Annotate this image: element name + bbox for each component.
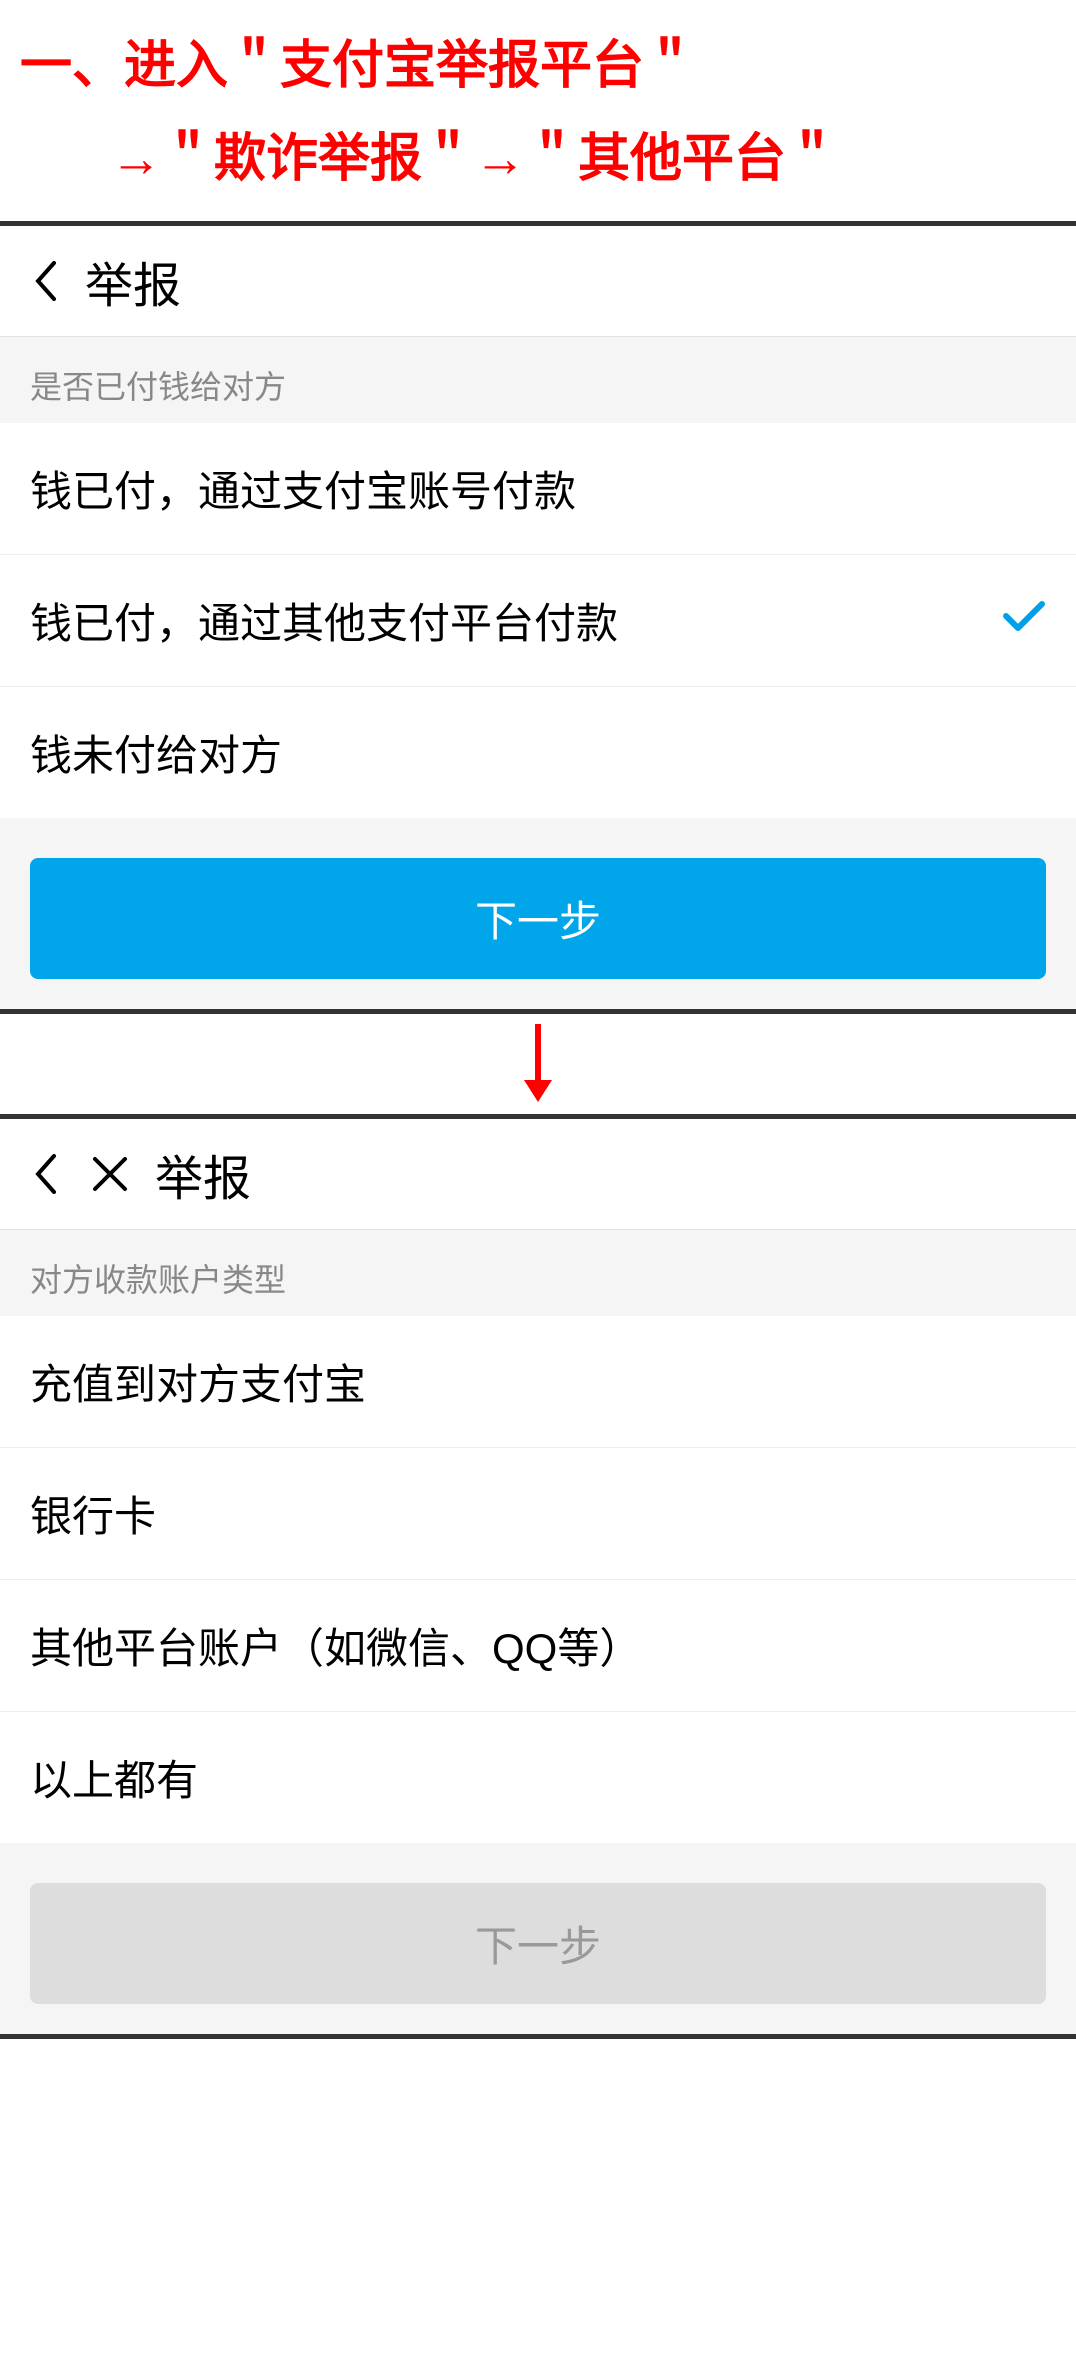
instruction-text: 一、进入＂支付宝举报平台＂ →＂欺诈举报＂→＂其他平台＂ bbox=[0, 0, 1076, 221]
option-label: 银行卡 bbox=[30, 1483, 156, 1544]
next-button[interactable]: 下一步 bbox=[30, 858, 1046, 979]
option-paid-other[interactable]: 钱已付，通过其他支付平台付款 bbox=[0, 555, 1076, 687]
option-label: 以上都有 bbox=[30, 1747, 198, 1808]
header-bar: 举报 bbox=[0, 1119, 1076, 1230]
section-label: 是否已付钱给对方 bbox=[0, 337, 1076, 423]
next-button: 下一步 bbox=[30, 1883, 1046, 2004]
back-icon[interactable] bbox=[30, 1149, 60, 1199]
instruction-line-1: 一、进入＂支付宝举报平台＂ bbox=[20, 30, 1056, 103]
option-list: 充值到对方支付宝 银行卡 其他平台账户（如微信、QQ等） 以上都有 bbox=[0, 1316, 1076, 1843]
option-alipay-account[interactable]: 充值到对方支付宝 bbox=[0, 1316, 1076, 1448]
option-other-platform[interactable]: 其他平台账户（如微信、QQ等） bbox=[0, 1580, 1076, 1712]
option-bank-card[interactable]: 银行卡 bbox=[0, 1448, 1076, 1580]
screen-1: 举报 是否已付钱给对方 钱已付，通过支付宝账号付款 钱已付，通过其他支付平台付款… bbox=[0, 221, 1076, 1014]
flow-arrow bbox=[0, 1014, 1076, 1114]
option-list: 钱已付，通过支付宝账号付款 钱已付，通过其他支付平台付款 钱未付给对方 bbox=[0, 423, 1076, 818]
option-label: 钱已付，通过支付宝账号付款 bbox=[30, 458, 576, 519]
check-icon bbox=[1002, 596, 1046, 644]
page-title: 举报 bbox=[85, 246, 181, 316]
button-container: 下一步 bbox=[0, 1843, 1076, 2034]
option-label: 其他平台账户（如微信、QQ等） bbox=[30, 1615, 641, 1676]
page-title: 举报 bbox=[155, 1139, 251, 1209]
option-label: 充值到对方支付宝 bbox=[30, 1351, 366, 1412]
option-label: 钱未付给对方 bbox=[30, 722, 282, 783]
section-label: 对方收款账户类型 bbox=[0, 1230, 1076, 1316]
option-not-paid[interactable]: 钱未付给对方 bbox=[0, 687, 1076, 818]
back-icon[interactable] bbox=[30, 256, 60, 306]
option-all-above[interactable]: 以上都有 bbox=[0, 1712, 1076, 1843]
button-container: 下一步 bbox=[0, 818, 1076, 1009]
option-label: 钱已付，通过其他支付平台付款 bbox=[30, 590, 618, 651]
header-bar: 举报 bbox=[0, 226, 1076, 337]
option-paid-alipay[interactable]: 钱已付，通过支付宝账号付款 bbox=[0, 423, 1076, 555]
close-icon[interactable] bbox=[85, 1149, 135, 1199]
instruction-line-2: →＂欺诈举报＂→＂其他平台＂ bbox=[20, 103, 1056, 196]
screen-2: 举报 对方收款账户类型 充值到对方支付宝 银行卡 其他平台账户（如微信、QQ等）… bbox=[0, 1114, 1076, 2039]
